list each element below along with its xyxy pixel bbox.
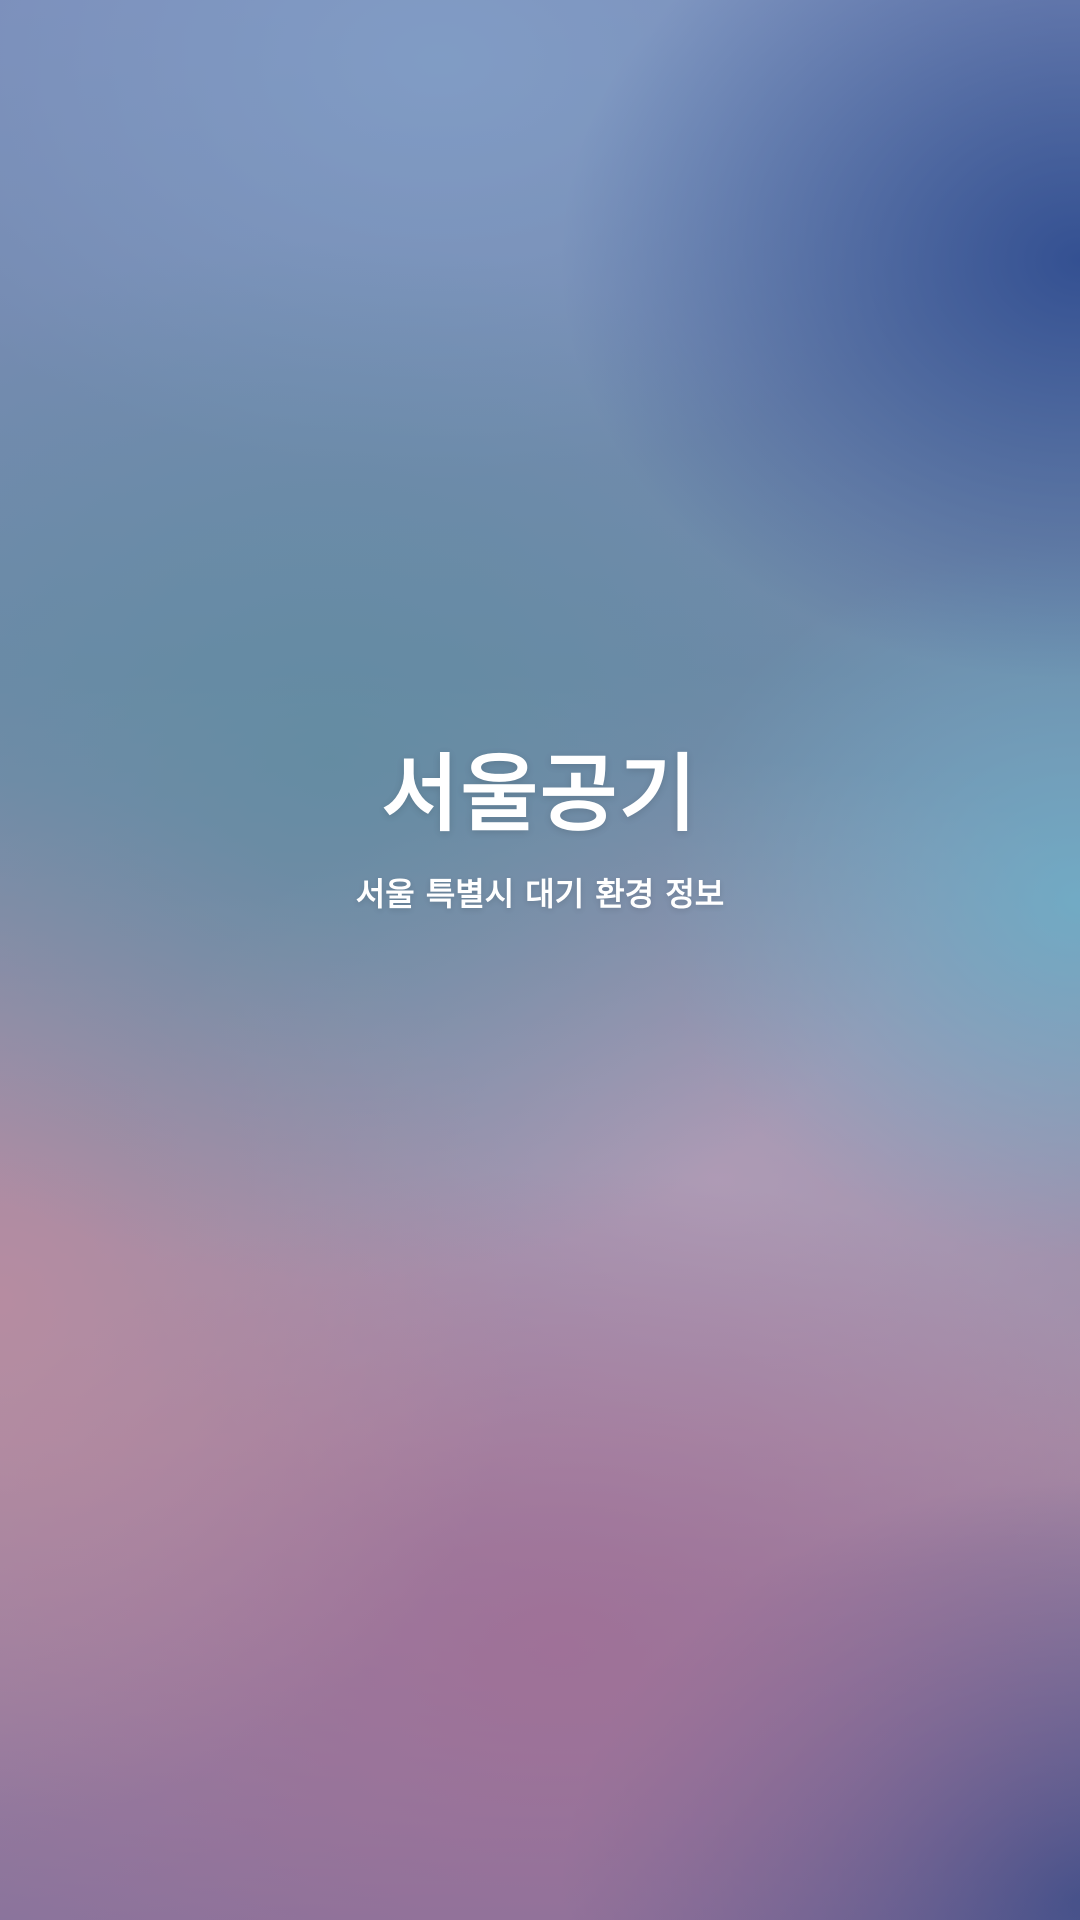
splash-background	[0, 0, 1080, 1920]
splash-content: 서울공기 서울 특별시 대기 환경 정보	[0, 752, 1080, 910]
app-subtitle: 서울 특별시 대기 환경 정보	[355, 875, 725, 913]
app-title: 서울공기	[381, 745, 699, 843]
